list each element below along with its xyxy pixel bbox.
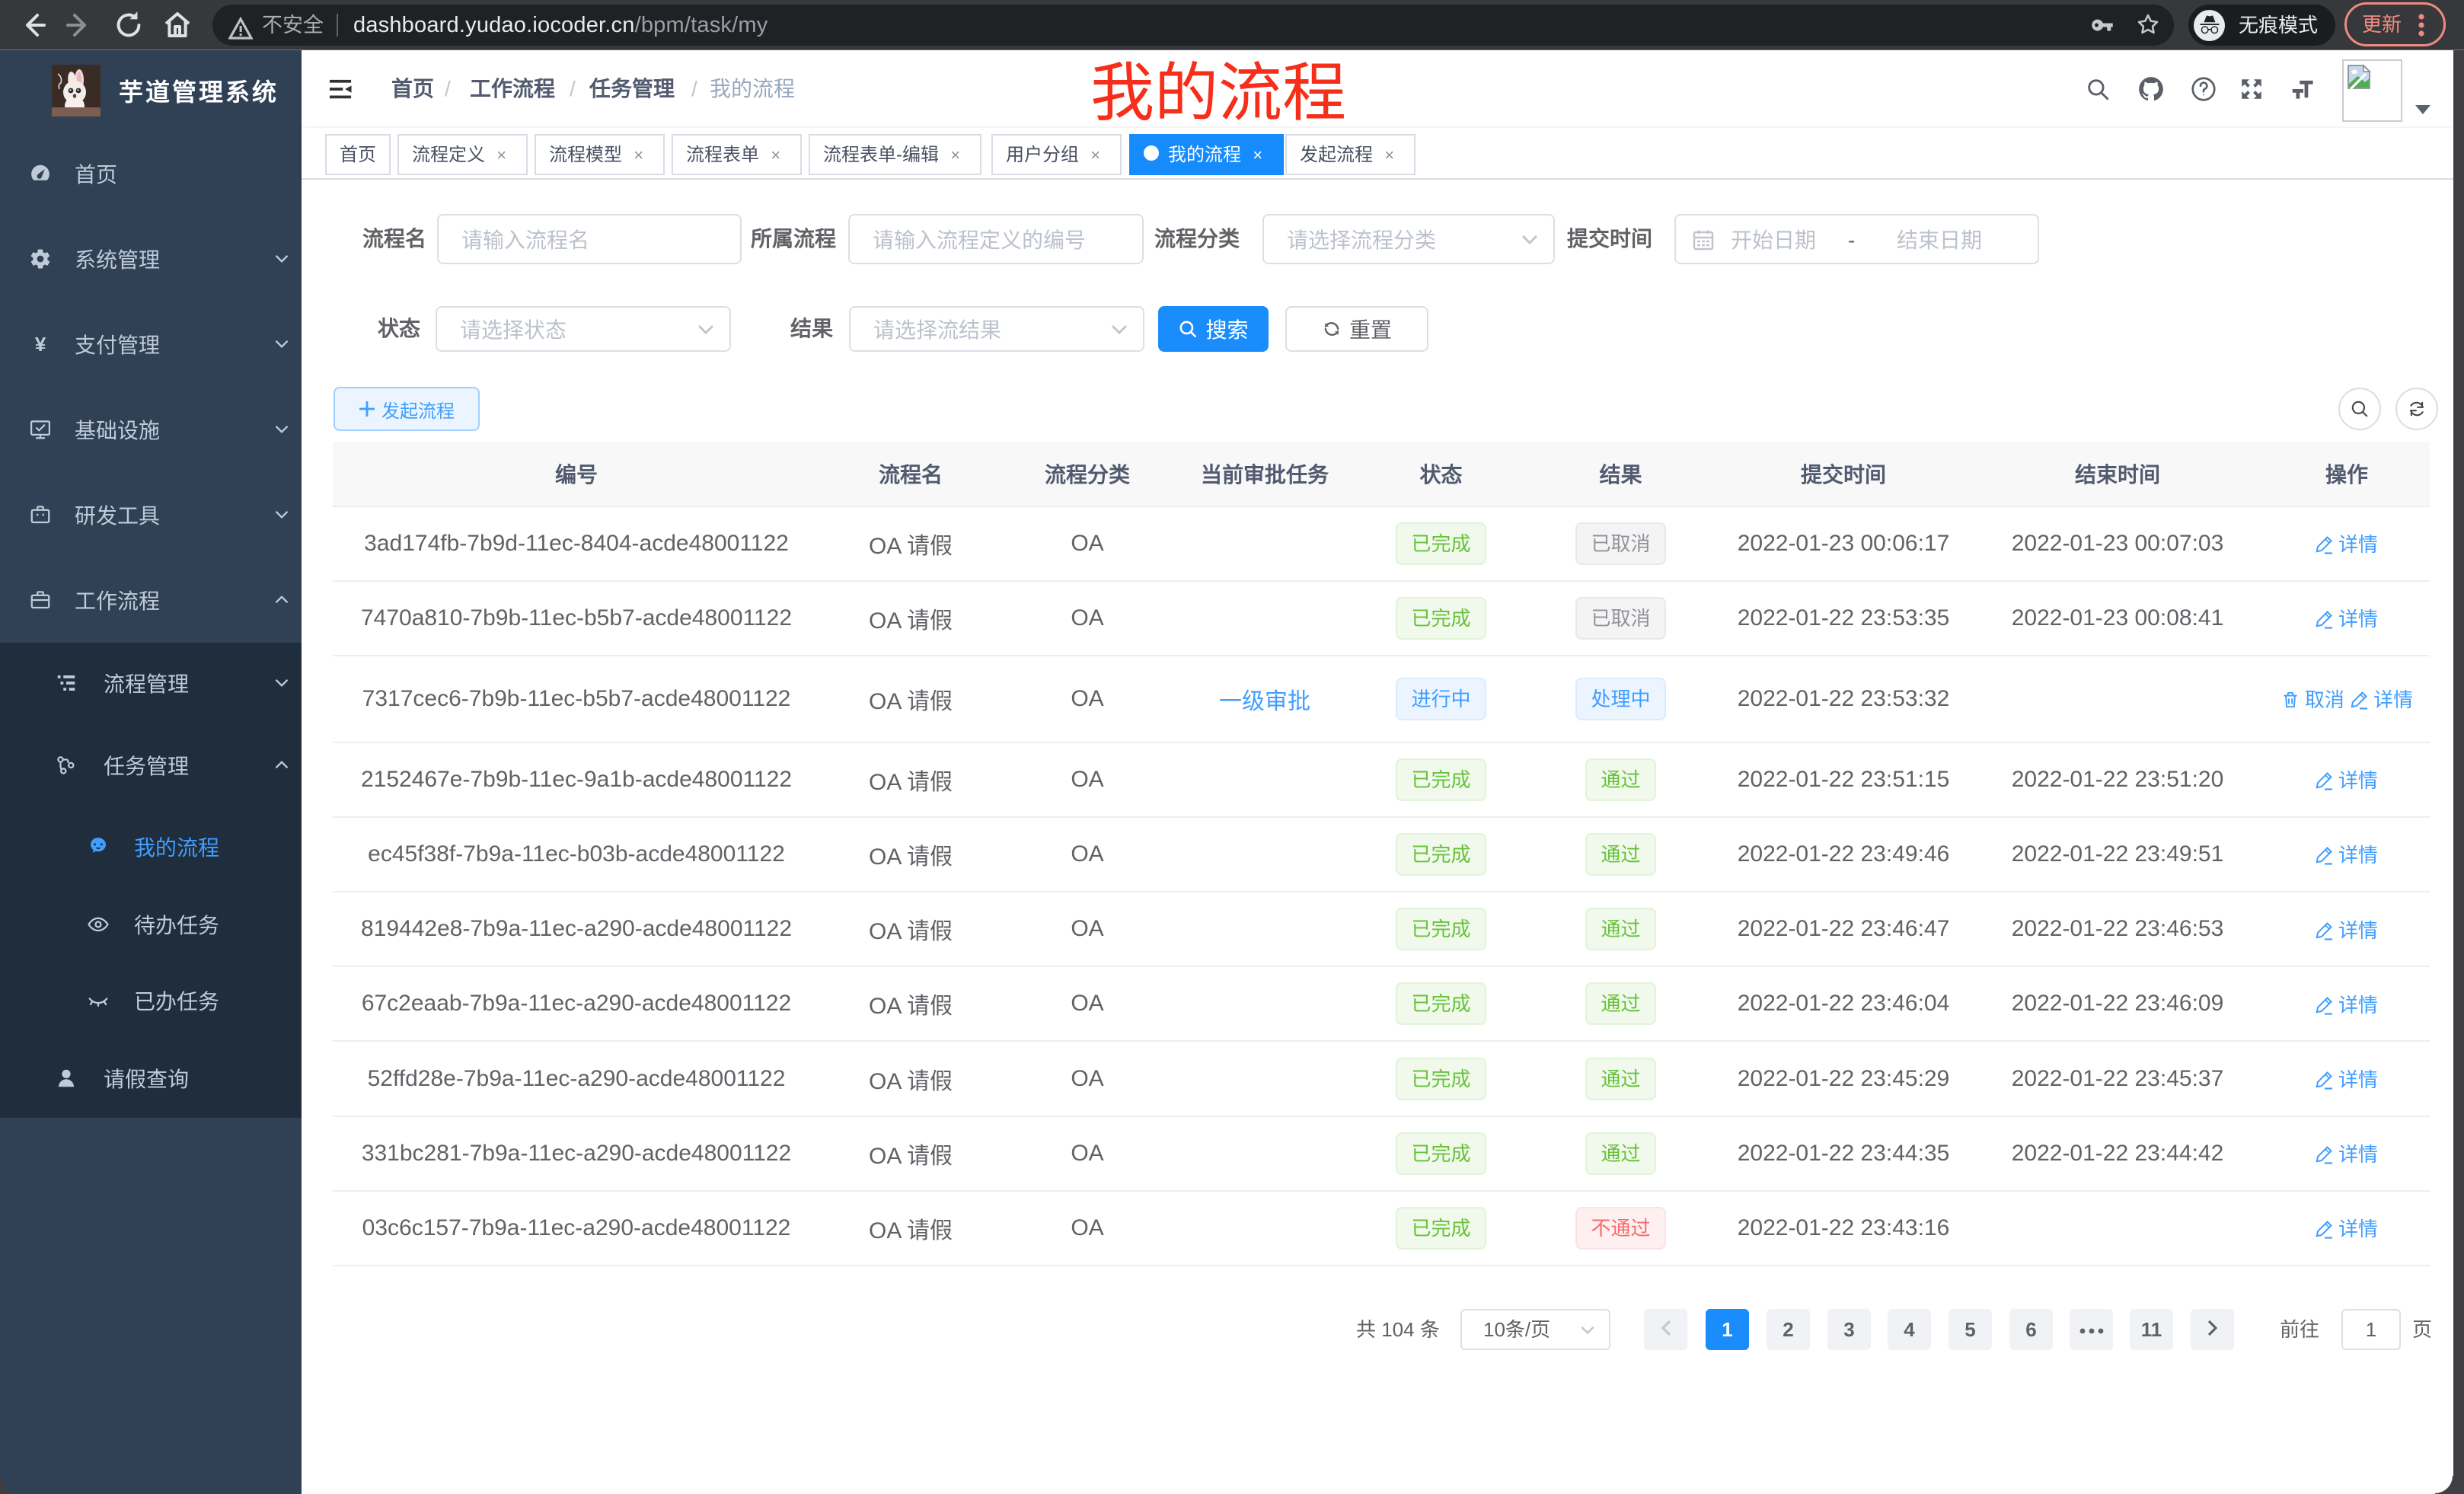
svg-text:¥: ¥ <box>35 333 46 356</box>
